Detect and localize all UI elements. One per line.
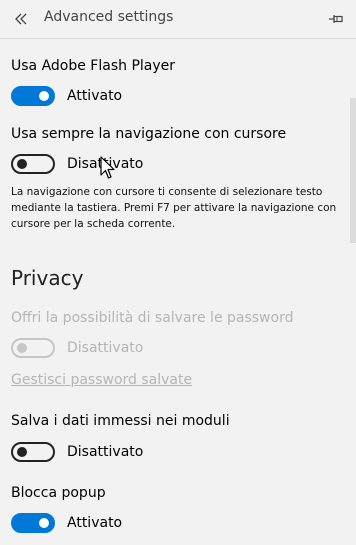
toggle-knob	[39, 518, 49, 528]
save-passwords-toggle-state: Disattivato	[67, 340, 144, 356]
save-passwords-label: Offri la possibilità di salvare le passw…	[11, 310, 294, 326]
toggle-knob	[17, 447, 27, 457]
panel-header: Advanced settings	[0, 0, 356, 38]
mouse-cursor-icon	[100, 156, 115, 179]
toggle-knob	[17, 159, 27, 169]
back-button[interactable]	[10, 8, 32, 30]
flash-setting-label: Usa Adobe Flash Player	[11, 58, 176, 74]
header-divider	[0, 38, 356, 39]
form-entries-label: Salva i dati immessi nei moduli	[11, 413, 230, 429]
flash-toggle[interactable]	[11, 86, 55, 106]
toggle-knob	[17, 343, 27, 353]
manage-passwords-link[interactable]: Gestisci password salvate	[11, 372, 192, 388]
double-chevron-left-icon	[15, 13, 27, 25]
form-entries-toggle-state: Disattivato	[67, 444, 144, 460]
block-popups-toggle-state: Attivato	[67, 515, 123, 531]
scrollbar-thumb[interactable]	[350, 98, 356, 243]
caret-browsing-toggle[interactable]	[11, 154, 55, 174]
privacy-heading: Privacy	[11, 266, 84, 290]
pin-icon	[329, 15, 343, 23]
block-popups-label: Blocca popup	[11, 485, 106, 501]
flash-toggle-state: Attivato	[67, 88, 123, 104]
pin-button[interactable]	[326, 9, 346, 29]
panel-title: Advanced settings	[44, 9, 174, 25]
save-passwords-toggle	[11, 338, 55, 358]
caret-browsing-description: La navigazione con cursore ti consente d…	[11, 186, 337, 230]
form-entries-toggle[interactable]	[11, 442, 55, 462]
caret-browsing-label: Usa sempre la navigazione con cursore	[11, 126, 287, 142]
block-popups-toggle[interactable]	[11, 513, 55, 533]
toggle-knob	[39, 91, 49, 101]
